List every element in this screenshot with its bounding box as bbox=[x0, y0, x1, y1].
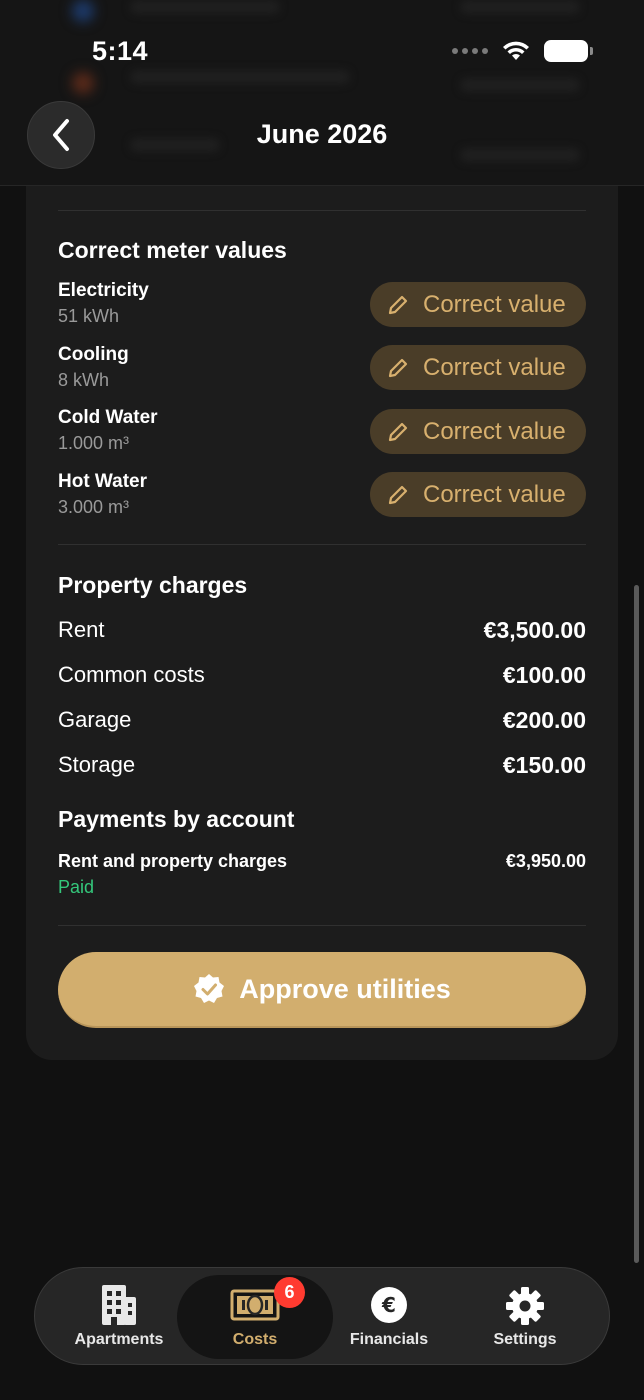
charge-amount-common-costs: €100.00 bbox=[502, 662, 586, 688]
pencil-icon bbox=[388, 358, 408, 377]
charge-amount-garage: €200.00 bbox=[502, 707, 586, 733]
tab-apartments[interactable]: Apartments bbox=[65, 1268, 173, 1366]
payment-amount: €3,950.00 bbox=[505, 851, 586, 871]
navigation-header: 5:14 June 2026 bbox=[0, 0, 644, 186]
building-icon bbox=[102, 1285, 136, 1325]
tab-label-settings: Settings bbox=[493, 1331, 557, 1348]
status-indicators bbox=[452, 40, 593, 62]
charge-label-storage: Storage bbox=[58, 752, 136, 777]
charge-label-common-costs: Common costs bbox=[58, 662, 205, 687]
meter-name-electricity: Electricity bbox=[58, 280, 149, 301]
divider bbox=[58, 544, 586, 545]
svg-text:€: € bbox=[381, 1293, 396, 1317]
banknote-icon bbox=[230, 1289, 280, 1321]
charge-amount-rent: €3,500.00 bbox=[483, 617, 586, 643]
meter-name-cold-water: Cold Water bbox=[58, 407, 158, 428]
pencil-icon bbox=[388, 485, 408, 504]
meter-name-hot-water: Hot Water bbox=[58, 471, 148, 492]
blurred-background-row bbox=[130, 70, 350, 84]
property-charges-title: Property charges bbox=[58, 572, 248, 598]
tab-label-costs: Costs bbox=[232, 1331, 278, 1348]
tab-financials[interactable]: € Financials bbox=[335, 1268, 443, 1366]
blurred-background-icon bbox=[72, 0, 94, 22]
battery-icon bbox=[544, 40, 593, 62]
status-time: 5:14 bbox=[92, 36, 149, 66]
scrollbar[interactable] bbox=[634, 585, 639, 1263]
meter-section-title: Correct meter values bbox=[58, 237, 287, 263]
signal-icon bbox=[452, 48, 488, 54]
divider bbox=[58, 210, 586, 211]
euro-icon: € bbox=[371, 1287, 407, 1323]
payment-account-label: Rent and property charges bbox=[58, 851, 288, 871]
correct-value-button-electricity[interactable]: Correct value bbox=[370, 282, 586, 327]
correct-value-label: Correct value bbox=[423, 417, 566, 445]
correct-value-button-hot-water[interactable]: Correct value bbox=[370, 472, 586, 517]
verified-check-icon bbox=[194, 974, 225, 1003]
correct-value-label: Correct value bbox=[423, 353, 566, 381]
charge-amount-storage: €150.00 bbox=[502, 752, 586, 778]
pencil-icon bbox=[388, 295, 408, 314]
screen: 5:14 June 2026 Correct meter values Elec… bbox=[0, 0, 644, 1400]
correct-value-button-cold-water[interactable]: Correct value bbox=[370, 409, 586, 454]
payments-title: Payments by account bbox=[58, 806, 295, 832]
blurred-background-icon bbox=[72, 72, 94, 94]
pencil-icon bbox=[388, 422, 408, 441]
notification-badge: 6 bbox=[274, 1277, 305, 1308]
divider bbox=[58, 925, 586, 926]
blurred-background-row bbox=[460, 78, 580, 92]
wifi-icon bbox=[503, 41, 529, 60]
tab-bar: Apartments Costs 6 € Financials Settings bbox=[34, 1267, 610, 1365]
approve-utilities-button[interactable]: Approve utilities bbox=[58, 952, 586, 1028]
charge-label-rent: Rent bbox=[58, 617, 105, 642]
meter-value-hot-water: 3.000 m³ bbox=[58, 497, 130, 517]
tab-label-apartments: Apartments bbox=[74, 1331, 164, 1348]
correct-value-label: Correct value bbox=[423, 290, 566, 318]
blurred-background-row bbox=[130, 0, 280, 14]
tab-settings[interactable]: Settings bbox=[471, 1268, 579, 1366]
blurred-background-row bbox=[460, 148, 580, 162]
meter-value-cold-water: 1.000 m³ bbox=[58, 433, 130, 453]
meter-name-cooling: Cooling bbox=[58, 344, 129, 365]
charge-label-garage: Garage bbox=[58, 707, 132, 732]
page-title: June 2026 bbox=[256, 119, 388, 149]
approve-utilities-label: Approve utilities bbox=[239, 973, 451, 1004]
blurred-background-row bbox=[460, 0, 580, 14]
tab-label-financials: Financials bbox=[349, 1331, 429, 1348]
meter-value-electricity: 51 kWh bbox=[58, 306, 120, 326]
meter-value-cooling: 8 kWh bbox=[58, 370, 110, 390]
gear-icon bbox=[506, 1287, 544, 1325]
correct-value-button-cooling[interactable]: Correct value bbox=[370, 345, 586, 390]
payment-status-badge: Paid bbox=[58, 877, 95, 897]
correct-value-label: Correct value bbox=[423, 480, 566, 508]
